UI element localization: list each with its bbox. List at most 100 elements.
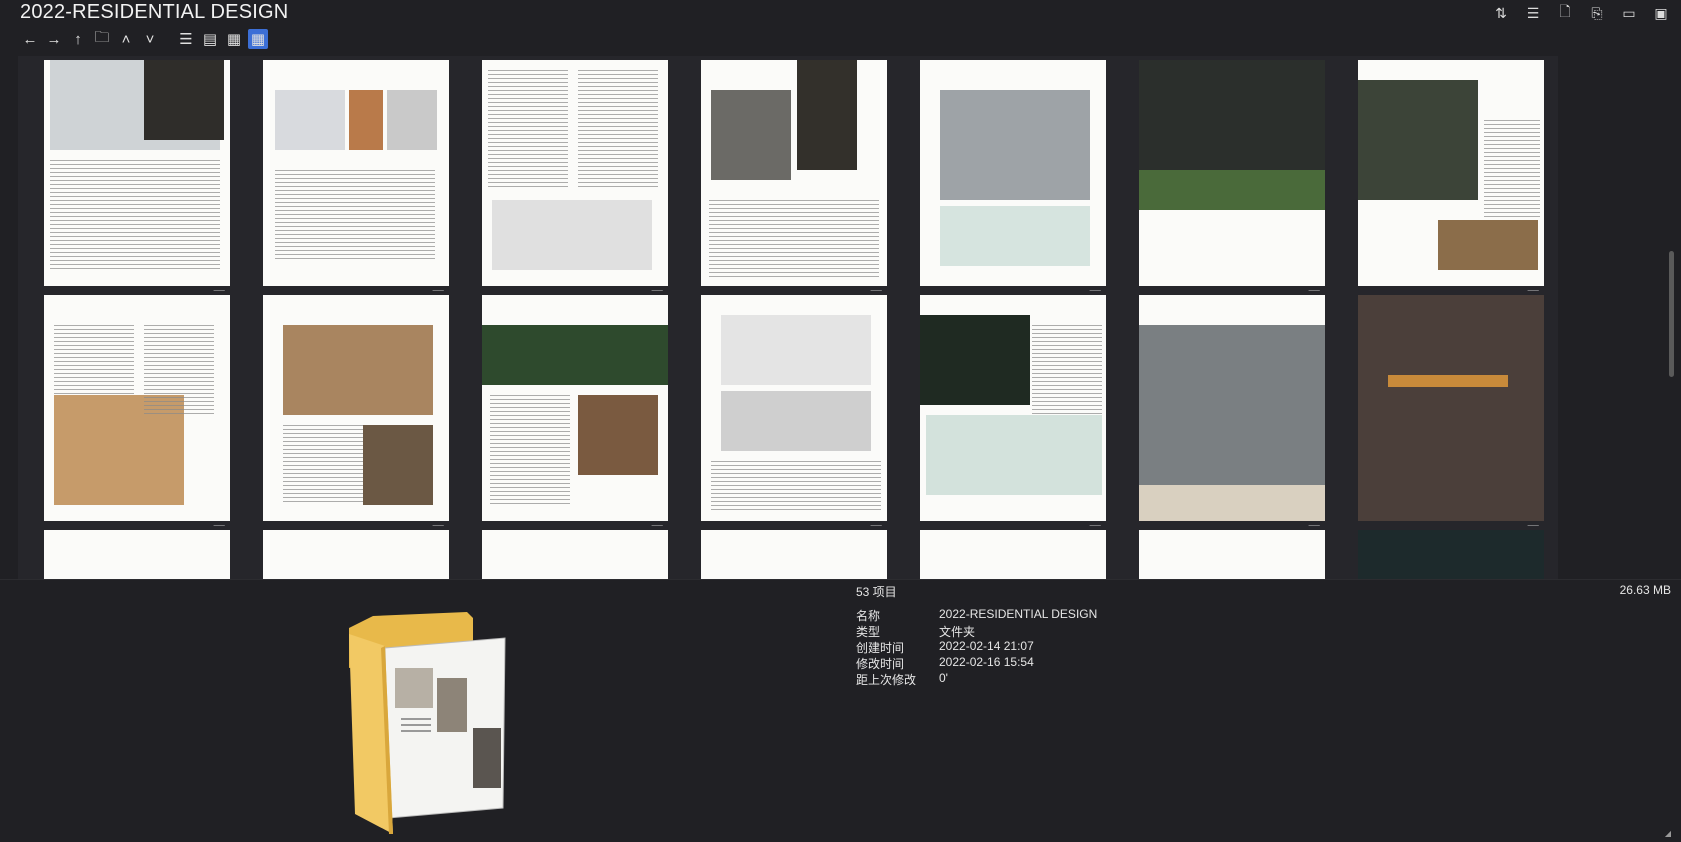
page-thumbnail xyxy=(701,530,887,580)
back-icon[interactable]: ← xyxy=(20,29,40,49)
file-tile[interactable]: Residential Design - Vol.1 2022_页面... xyxy=(894,56,1120,304)
thumbnail-photo xyxy=(349,90,383,150)
up-icon[interactable]: ↑ xyxy=(68,29,88,49)
file-tile[interactable]: Residential Design - Vol.1 2022_页面... xyxy=(1332,291,1558,539)
info-label: 名称 xyxy=(856,609,881,623)
page-thumbnail xyxy=(482,60,668,286)
thumbnail-text-block xyxy=(144,325,214,415)
list-view-icon[interactable]: ☰ xyxy=(176,29,196,49)
thumbnail-photo xyxy=(1139,325,1325,495)
file-tile[interactable] xyxy=(237,526,463,580)
info-row-since-modified: 距上次修改 0' xyxy=(856,671,1097,687)
folder-info-table: 名称 2022-RESIDENTIAL DESIGN 类型 文件夹 创建时间 2… xyxy=(856,607,1097,687)
thumbnail-view-icon[interactable]: ▦ xyxy=(248,29,268,49)
detail-view-icon[interactable]: ▤ xyxy=(200,29,220,49)
file-tile[interactable]: Residential Design - Vol.1 2022_页面... xyxy=(18,291,244,539)
page-thumbnail xyxy=(1358,60,1544,286)
file-tile[interactable]: Residential Design - Vol.1 2022_页面... xyxy=(456,291,682,539)
file-tile[interactable] xyxy=(456,526,682,580)
info-row-modified: 修改时间 2022-02-16 15:54 xyxy=(856,655,1097,671)
folder-preview-icon xyxy=(349,612,506,834)
thumbnail-text-block xyxy=(50,160,220,270)
file-tile[interactable] xyxy=(18,526,244,580)
page-thumbnail xyxy=(263,60,449,286)
info-label: 修改时间 xyxy=(856,657,905,671)
title-bar: 2022-RESIDENTIAL DESIGN ⇅ ☰ 🗋 ⎘ ▭ ▣ xyxy=(0,0,1681,26)
page-thumbnail xyxy=(44,530,230,580)
total-size: 26.63 MB xyxy=(1619,583,1671,597)
panel-icon[interactable]: ▭ xyxy=(1617,4,1641,22)
page-thumbnail xyxy=(920,530,1106,580)
thumbnail-photo xyxy=(721,315,871,385)
chevron-up-icon[interactable]: ˄ xyxy=(116,29,136,49)
panel-divider xyxy=(0,579,1681,580)
thumbnail-photo xyxy=(1139,170,1325,210)
file-tile[interactable]: Residential Design - Vol.1 2022_页面... xyxy=(675,56,901,304)
sort-icon[interactable]: ⇅ xyxy=(1489,4,1513,22)
preview-icon[interactable]: ▣ xyxy=(1649,4,1673,22)
thumbnail-photo xyxy=(1358,295,1544,521)
thumbnail-photo xyxy=(940,90,1090,200)
file-tile[interactable] xyxy=(1113,526,1339,580)
thumbnail-photo xyxy=(363,425,433,505)
page-thumbnail xyxy=(920,295,1106,521)
page-thumbnail xyxy=(44,295,230,521)
info-row-created: 创建时间 2022-02-14 21:07 xyxy=(856,639,1097,655)
file-tile[interactable]: Residential Design - Vol.1 2022_页面... xyxy=(675,291,901,539)
thumbnail-photo xyxy=(940,206,1090,266)
status-corner-icon: ◢ xyxy=(1664,829,1671,838)
thumbnail-text-block xyxy=(578,70,658,190)
item-count: 53 项目 xyxy=(856,585,897,599)
thumbnail-photo xyxy=(1139,485,1325,521)
chevron-down-icon[interactable]: ˅ xyxy=(140,29,160,49)
page-thumbnail xyxy=(1139,530,1325,580)
thumbnail-photo xyxy=(1358,80,1478,200)
file-tile[interactable]: Residential Design - Vol.1 2022_页面... xyxy=(456,56,682,304)
file-tile[interactable]: Residential Design - Vol.1 2022_页面... xyxy=(18,56,244,304)
file-tile[interactable]: Residential Design - Vol.1 2022_页面... xyxy=(1332,56,1558,304)
page-thumbnail xyxy=(701,60,887,286)
page-thumbnail xyxy=(1139,295,1325,521)
info-label: 类型 xyxy=(856,625,881,639)
file-tile[interactable] xyxy=(894,526,1120,580)
thumbnail-photo xyxy=(144,60,224,140)
thumbnail-text-block xyxy=(283,425,363,505)
file-tile[interactable]: Residential Design - Vol.1 2022_页面... xyxy=(237,56,463,304)
thumbnail-photo xyxy=(711,90,791,180)
top-right-toolbar: ⇅ ☰ 🗋 ⎘ ▭ ▣ xyxy=(1489,3,1673,22)
window-title: 2022-RESIDENTIAL DESIGN xyxy=(20,1,289,23)
file-tile[interactable] xyxy=(1332,526,1558,580)
info-row-type: 类型 文件夹 xyxy=(856,623,1097,639)
page-thumbnail xyxy=(263,530,449,580)
thumbnail-photo xyxy=(387,90,437,150)
file-tile[interactable]: Residential Design - Vol.1 2022_页面... xyxy=(1113,291,1339,539)
page-thumbnail xyxy=(1139,60,1325,286)
file-tile[interactable]: Residential Design - Vol.1 2022_页面... xyxy=(1113,56,1339,304)
thumbnail-photo xyxy=(926,415,1102,495)
tile-view-icon[interactable]: ▦ xyxy=(224,29,244,49)
info-row-name: 名称 2022-RESIDENTIAL DESIGN xyxy=(856,607,1097,623)
page-thumbnail xyxy=(701,295,887,521)
page-thumbnail xyxy=(1358,295,1544,521)
info-value: 2022-02-16 15:54 xyxy=(939,655,1034,669)
details-icon[interactable]: ☰ xyxy=(1521,4,1545,22)
file-tile[interactable]: Residential Design - Vol.1 2022_页面... xyxy=(237,291,463,539)
vertical-scrollbar[interactable] xyxy=(1669,56,1675,576)
file-tile[interactable]: Residential Design - Vol.1 2022_页面... xyxy=(894,291,1120,539)
file-icon[interactable]: 🗋 xyxy=(1553,3,1577,22)
info-value: 2022-RESIDENTIAL DESIGN xyxy=(939,607,1098,621)
forward-icon[interactable]: → xyxy=(44,29,64,49)
page-thumbnail xyxy=(44,60,230,286)
page-thumbnail xyxy=(1358,530,1544,580)
file-tile[interactable] xyxy=(675,526,901,580)
file-thumbnail-grid: Residential Design - Vol.1 2022_页面...Res… xyxy=(18,56,1664,580)
thumbnail-text-block xyxy=(490,395,570,505)
scrollbar-thumb[interactable] xyxy=(1669,251,1674,377)
thumbnail-photo xyxy=(275,90,345,150)
new-file-icon[interactable]: ⎘ xyxy=(1585,4,1609,22)
thumbnail-photo xyxy=(492,200,652,270)
page-thumbnail xyxy=(920,60,1106,286)
folder-nav-icon[interactable]: 🗀 xyxy=(92,29,112,49)
info-value: 文件夹 xyxy=(939,625,976,639)
thumbnail-text-block xyxy=(1032,325,1102,415)
